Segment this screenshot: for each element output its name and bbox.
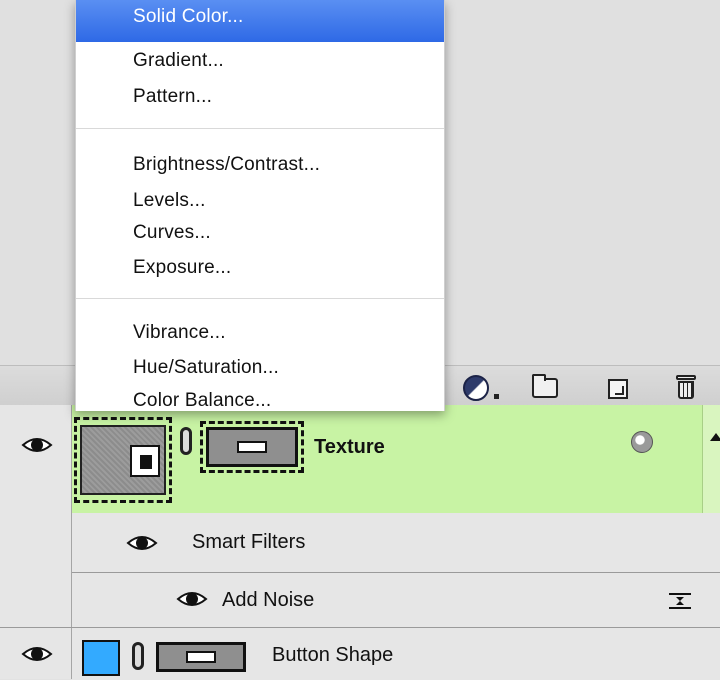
link-chain-icon[interactable] [180,427,192,455]
dropdown-indicator-icon [494,394,499,399]
add-noise-label: Add Noise [222,589,315,611]
link-chain-icon[interactable] [132,642,144,670]
menu-item-gradient[interactable]: Gradient... [76,43,444,79]
smart-filters-label: Smart Filters [192,531,306,553]
visibility-column [0,628,72,679]
menu-item-vibrance[interactable]: Vibrance... [76,315,444,351]
eye-icon[interactable] [126,533,158,553]
menu-item-hue-saturation[interactable]: Hue/Saturation... [76,350,444,386]
vector-mask-thumbnail[interactable] [156,642,246,672]
smart-object-badge-icon [130,445,160,477]
adjustment-layer-menu: Solid Color... Gradient... Pattern... Br… [75,0,445,411]
menu-item-pattern[interactable]: Pattern... [76,79,444,115]
smart-object-icon [631,431,653,453]
visibility-column [0,513,72,573]
layer-content: Texture [72,405,720,513]
menu-item-brightness-contrast[interactable]: Brightness/Contrast... [76,147,444,183]
eye-icon[interactable] [21,435,53,455]
layer-content: Button Shape [72,628,720,680]
menu-item-color-balance[interactable]: Color Balance... [76,383,444,411]
menu-separator [76,298,444,299]
adjustment-layer-icon[interactable] [463,375,489,401]
trash-icon[interactable] [676,375,696,399]
menu-item-levels[interactable]: Levels... [76,183,444,219]
menu-item-exposure[interactable]: Exposure... [76,250,444,286]
layer-row-button-shape[interactable]: Button Shape [0,627,720,680]
visibility-column [0,405,72,513]
layer-name[interactable]: Button Shape [272,644,393,667]
layer-row-texture[interactable]: Texture [0,405,720,513]
layers-list: Texture Smart Filters Add Noise Button S… [0,405,720,680]
visibility-column [0,573,72,627]
add-noise-content: Add Noise [72,573,720,627]
eye-icon[interactable] [176,589,208,609]
new-layer-icon[interactable] [608,379,628,399]
menu-item-curves[interactable]: Curves... [76,215,444,251]
scrollbar[interactable] [702,405,720,513]
eye-icon[interactable] [21,644,53,664]
shape-fill-thumbnail[interactable] [82,640,120,676]
menu-item-solid-color[interactable]: Solid Color... [76,0,444,42]
layer-row-add-noise[interactable]: Add Noise [0,573,720,627]
blending-options-icon[interactable] [668,591,692,611]
scroll-up-arrow-icon[interactable] [710,433,720,441]
smart-filters-content: Smart Filters [72,513,720,573]
new-group-folder-icon[interactable] [532,374,558,398]
layer-row-smart-filters[interactable]: Smart Filters [0,513,720,573]
menu-separator [76,128,444,129]
layer-name[interactable]: Texture [314,436,385,459]
filter-mask-thumbnail[interactable] [206,427,298,467]
